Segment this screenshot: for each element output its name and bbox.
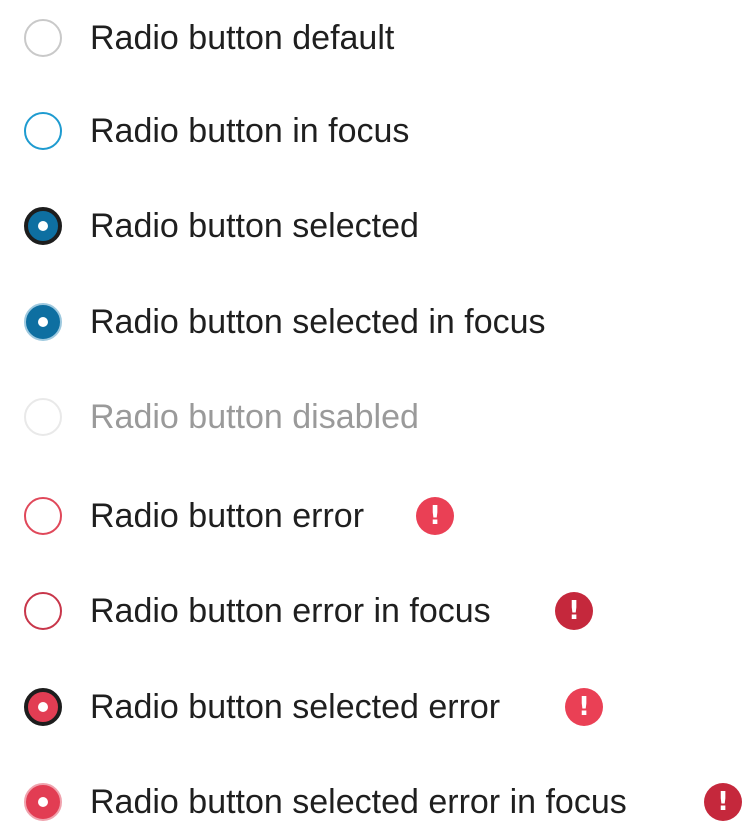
radio-dot xyxy=(38,702,48,712)
radio-dot xyxy=(38,797,48,807)
radio-button-error[interactable] xyxy=(24,497,62,535)
exclamation-circle-icon: ! xyxy=(704,783,742,821)
radio-dot xyxy=(38,317,48,327)
radio-button-selected-error[interactable] xyxy=(24,688,62,726)
radio-button-selected-focus[interactable] xyxy=(24,303,62,341)
radio-label-selected-error: Radio button selected error xyxy=(90,688,501,726)
radio-label-error-focus: Radio button error in focus xyxy=(90,592,491,630)
radio-button-error-focus[interactable] xyxy=(24,592,62,630)
radio-label-selected: Radio button selected xyxy=(90,207,419,245)
radio-button-disabled xyxy=(24,398,62,436)
radio-label-error: Radio button error xyxy=(90,497,365,535)
radio-button-focus[interactable] xyxy=(24,112,62,150)
radio-label-selected-error-focus: Radio button selected error in focus xyxy=(90,783,627,821)
exclamation-circle-icon: ! xyxy=(416,497,454,535)
radio-label-default: Radio button default xyxy=(90,19,395,57)
radio-label-focus: Radio button in focus xyxy=(90,112,410,150)
radio-button-default[interactable] xyxy=(24,19,62,57)
radio-label-selected-focus: Radio button selected in focus xyxy=(90,303,546,341)
exclamation-circle-icon: ! xyxy=(555,592,593,630)
radio-button-selected[interactable] xyxy=(24,207,62,245)
radio-button-selected-error-focus[interactable] xyxy=(24,783,62,821)
exclamation-circle-icon: ! xyxy=(565,688,603,726)
radio-label-disabled: Radio button disabled xyxy=(90,398,419,436)
radio-dot xyxy=(38,221,48,231)
